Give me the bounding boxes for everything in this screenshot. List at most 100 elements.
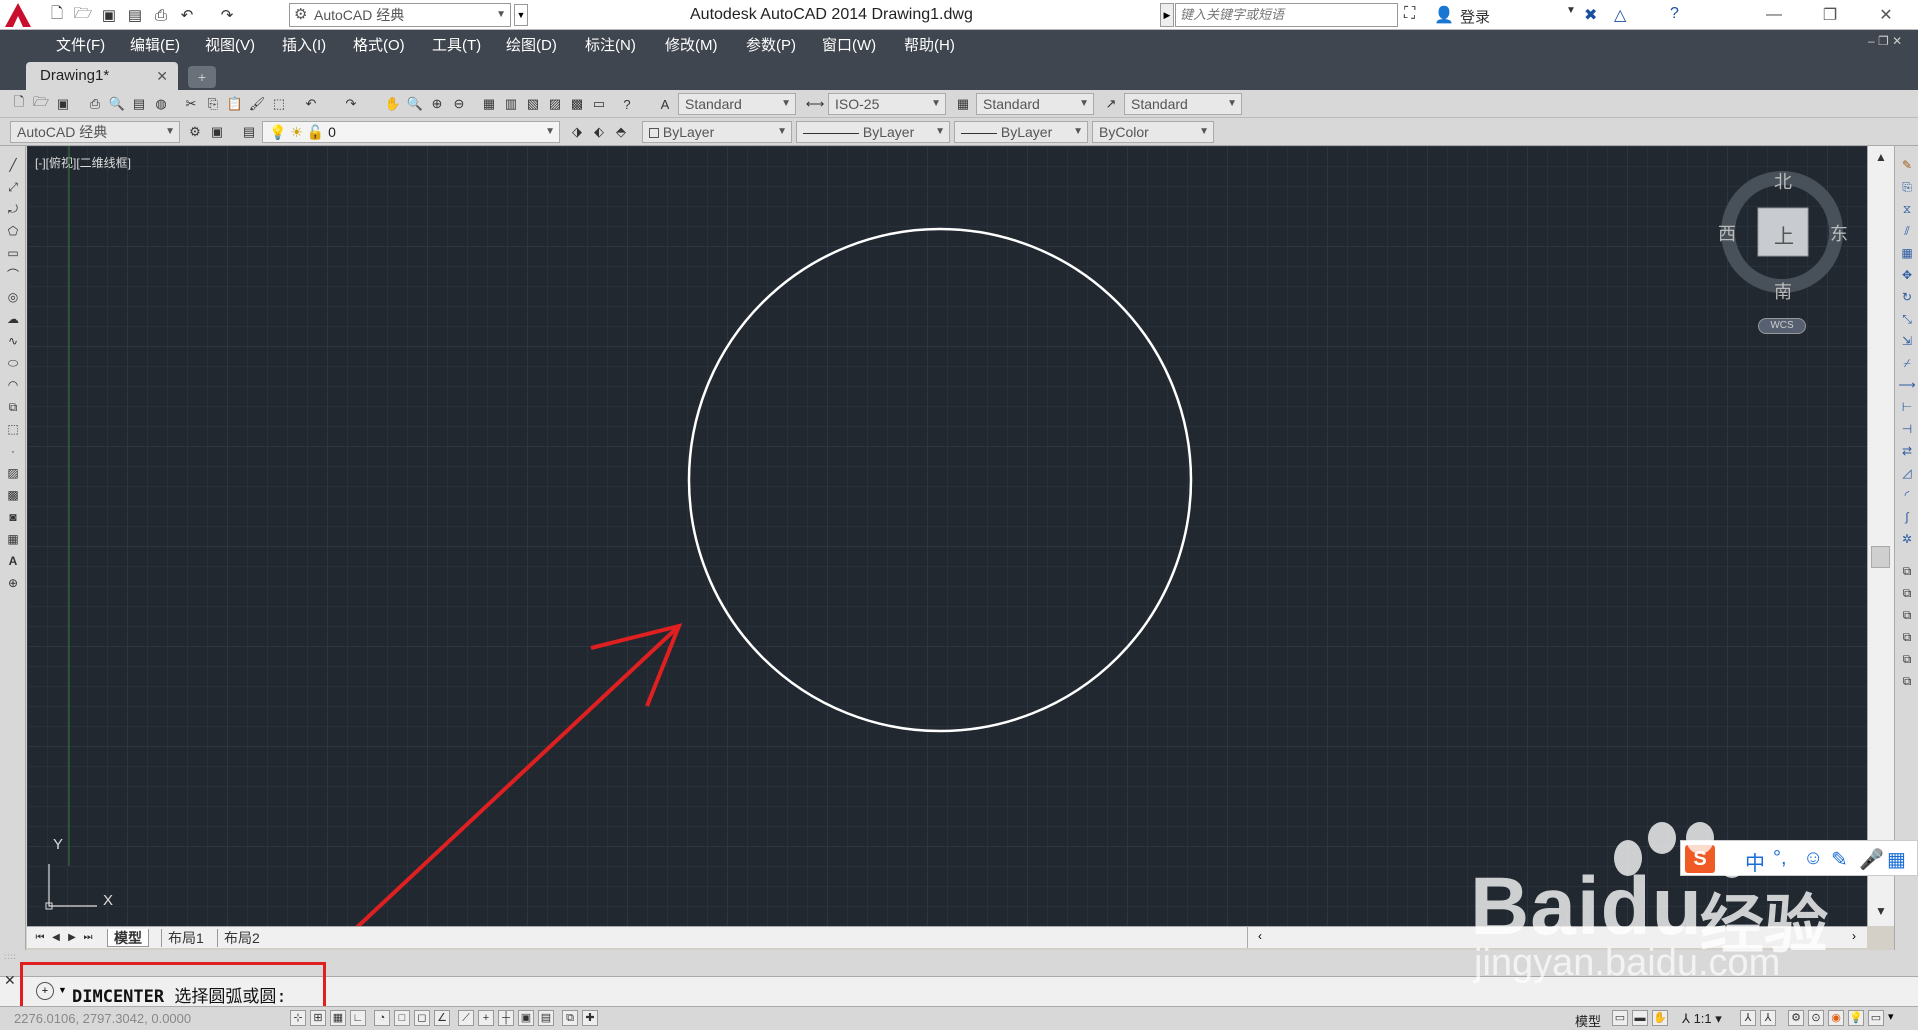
linetype-dropdown[interactable]: ByLayer ▼ [796, 121, 950, 143]
first-tab-icon[interactable]: ⏮ [33, 930, 47, 946]
ellipse-arc-icon[interactable]: ◠ [4, 376, 22, 394]
minimize-button[interactable]: — [1746, 0, 1802, 30]
tab-layout2[interactable]: 布局2 [217, 929, 266, 947]
paste-icon[interactable]: 📋 [226, 95, 244, 113]
menu-dimension[interactable]: 标注(N) [585, 34, 636, 55]
menu-insert[interactable]: 插入(I) [282, 34, 326, 55]
scroll-thumb[interactable] [1871, 546, 1890, 568]
ellipse-icon[interactable]: ⬭ [4, 354, 22, 372]
exchange-icon[interactable]: ✖ [1584, 5, 1597, 25]
redo-icon[interactable]: ↷ [216, 4, 238, 26]
draworder-back-icon[interactable]: ⧉ [1898, 606, 1916, 624]
menu-format[interactable]: 格式(O) [353, 34, 405, 55]
redo-icon[interactable]: ↷ [342, 95, 360, 113]
draworder-above-icon[interactable]: ⧉ [1898, 628, 1916, 646]
array-icon[interactable]: ▦ [1898, 244, 1916, 262]
layer-properties-icon[interactable]: ▤ [240, 123, 258, 141]
copy-object-icon[interactable]: ⎘ [1898, 178, 1916, 196]
menu-tools[interactable]: 工具(T) [432, 34, 481, 55]
otrack-icon[interactable]: ∠ [434, 1010, 450, 1026]
plot-preview-icon[interactable]: 🔍 [108, 95, 126, 113]
mleader-style-dropdown[interactable]: Standard ▼ [1124, 93, 1242, 115]
add-selected-icon[interactable]: ⊕ [4, 574, 22, 592]
layer-dropdown[interactable]: 💡 ☀ 🔓 0 ▼ [262, 121, 560, 143]
close-icon[interactable]: ✕ [4, 972, 16, 989]
make-block-icon[interactable]: ⬚ [4, 420, 22, 438]
last-tab-icon[interactable]: ⏭ [81, 930, 95, 946]
layer-state-icon[interactable]: ⬘ [612, 123, 630, 141]
quickcalc-icon[interactable]: ▭ [590, 95, 608, 113]
menu-parametric[interactable]: 参数(P) [746, 34, 796, 55]
ortho-mode-icon[interactable]: ∟ [350, 1010, 366, 1026]
markup-icon[interactable]: ▩ [568, 95, 586, 113]
properties-icon[interactable]: ▦ [480, 95, 498, 113]
menu-window[interactable]: 窗口(W) [822, 34, 876, 55]
point-icon[interactable]: · [4, 442, 22, 460]
text-style-icon[interactable]: A [656, 95, 674, 113]
offset-icon[interactable]: ⫽ [1898, 222, 1916, 240]
gradient-icon[interactable]: ▩ [4, 486, 22, 504]
sheet-set-icon[interactable]: ▨ [546, 95, 564, 113]
user-icon[interactable]: 👤 [1434, 5, 1454, 25]
pan-icon[interactable]: ✋ [384, 95, 402, 113]
drawn-circle[interactable] [687, 227, 1193, 733]
compass-south[interactable]: 南 [1774, 278, 1792, 304]
spline-icon[interactable]: ∿ [4, 332, 22, 350]
print-icon[interactable]: ⎙ [150, 4, 172, 26]
maximize-button[interactable]: ❐ [1802, 0, 1858, 30]
region-icon[interactable]: ◙ [4, 508, 22, 526]
save-as-icon[interactable]: ▤ [124, 4, 146, 26]
mleader-style-icon[interactable]: ↗ [1102, 95, 1120, 113]
draworder-front-icon[interactable]: ⧉ [1898, 584, 1916, 602]
undo-icon[interactable]: ↶ [176, 4, 198, 26]
drawing-canvas[interactable]: [-][俯视][二维线框] Y X [27, 146, 1867, 926]
tool-palettes-icon[interactable]: ▧ [524, 95, 542, 113]
stretch-icon[interactable]: ⇲ [1898, 332, 1916, 350]
grip-handle[interactable]: :::: [4, 952, 17, 961]
lock-ui-icon[interactable]: ⊙ [1808, 1010, 1824, 1026]
annotation-visibility-icon[interactable]: ⅄ [1740, 1010, 1756, 1026]
save-icon[interactable]: ▣ [98, 4, 120, 26]
fillet-icon[interactable]: ◜ [1898, 486, 1916, 504]
vertical-scrollbar[interactable]: ▲ ▼ [1867, 146, 1894, 926]
quick-properties-icon[interactable]: ▤ [538, 1010, 554, 1026]
chamfer-icon[interactable]: ◿ [1898, 464, 1916, 482]
layer-previous-icon[interactable]: ⬖ [590, 123, 608, 141]
doc-window-controls[interactable]: – ❐ ✕ [1868, 34, 1902, 48]
selection-cycling-icon[interactable]: ⧉ [562, 1010, 578, 1026]
construction-line-icon[interactable]: ⤢ [4, 178, 22, 196]
login-link[interactable]: 登录 [1460, 6, 1490, 27]
autocad-logo-icon[interactable]: ▼ [0, 0, 36, 30]
close-icon[interactable]: ✕ [156, 62, 168, 90]
workspace-dropdown[interactable]: AutoCAD 经典 ▼ [10, 121, 180, 143]
mtext-icon[interactable]: A [4, 552, 22, 570]
scroll-up-icon[interactable]: ▲ [1875, 150, 1887, 164]
draworder-icon[interactable]: ⧉ [1898, 562, 1916, 580]
autodesk-360-icon[interactable]: △ [1614, 5, 1626, 25]
auto-scale-icon[interactable]: ⅄ [1760, 1010, 1776, 1026]
quick-view-drawings-icon[interactable]: ▬ [1632, 1010, 1648, 1026]
help-icon[interactable]: ? [618, 95, 636, 113]
viewcube[interactable]: 北 南 东 西 上 WCS [1718, 168, 1858, 338]
menu-modify[interactable]: 修改(M) [665, 34, 718, 55]
grid-display-icon[interactable]: ▦ [330, 1010, 346, 1026]
table-style-dropdown[interactable]: Standard ▼ [976, 93, 1094, 115]
plot-icon[interactable]: ⎙ [86, 95, 104, 113]
polygon-icon[interactable]: ⬠ [4, 222, 22, 240]
tab-drawing1[interactable]: Drawing1* ✕ [26, 62, 178, 90]
polyline-icon[interactable]: ⤾ [4, 200, 22, 218]
blend-icon[interactable]: ∫ [1898, 508, 1916, 526]
zoom-previous-icon[interactable]: ⊖ [450, 95, 468, 113]
circle-icon[interactable]: ◎ [4, 288, 22, 306]
close-button[interactable]: ✕ [1858, 0, 1914, 30]
isolate-objects-icon[interactable]: 💡 [1848, 1010, 1864, 1026]
break-icon[interactable]: ⊣ [1898, 420, 1916, 438]
save-icon[interactable]: ▣ [54, 95, 72, 113]
design-center-icon[interactable]: ▥ [502, 95, 520, 113]
insert-block-icon[interactable]: ⧉ [4, 398, 22, 416]
ducs-icon[interactable]: ⟋ [458, 1010, 474, 1026]
annotation-monitor-icon[interactable]: ✚ [582, 1010, 598, 1026]
erase-icon[interactable]: ✎ [1898, 156, 1916, 174]
move-icon[interactable]: ✥ [1898, 266, 1916, 284]
tab-model[interactable]: 模型 [107, 929, 149, 947]
